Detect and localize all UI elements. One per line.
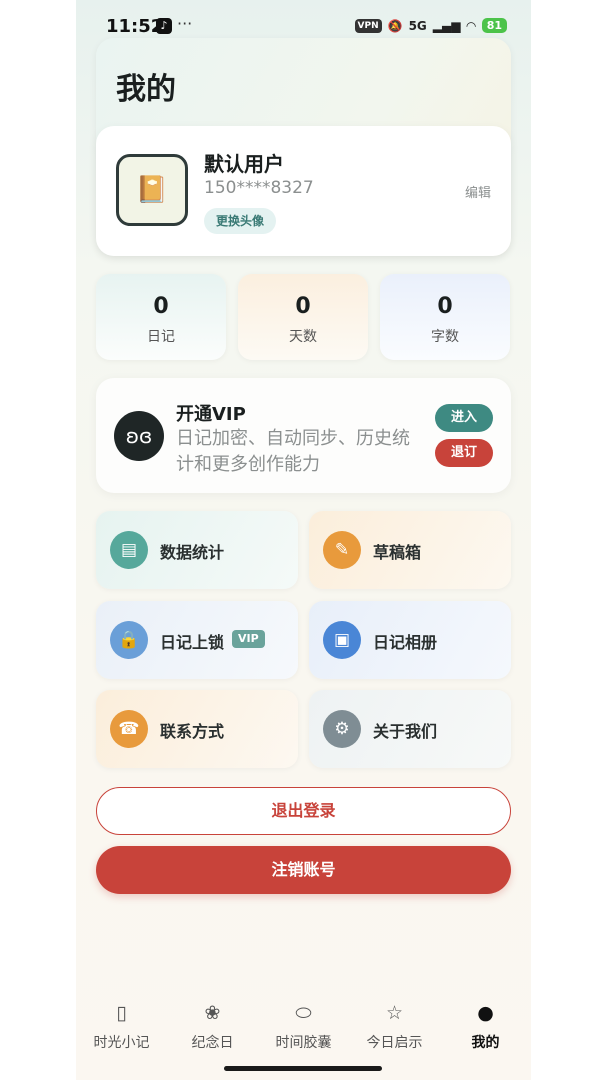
menu-label: 关于我们 bbox=[373, 722, 438, 741]
vip-unsubscribe-button[interactable]: 退订 bbox=[435, 439, 493, 467]
profile-header-card: 我的 📔 默认用户 150****8327 更换头像 编辑 bbox=[96, 38, 511, 256]
signal-5g-icon: 5G bbox=[408, 18, 427, 33]
tab-me[interactable]: ● 我的 bbox=[440, 1000, 531, 1052]
menu-diary-lock[interactable]: 🔒 日记上锁 VIP bbox=[96, 601, 298, 679]
user-name: 默认用户 bbox=[204, 152, 284, 176]
tab-label: 我的 bbox=[471, 1035, 500, 1051]
menu-diary-album[interactable]: ▣ 日记相册 bbox=[309, 601, 511, 679]
album-icon: ▣ bbox=[323, 621, 361, 659]
stat-diary-label: 日记 bbox=[147, 329, 175, 345]
vip-enter-button[interactable]: 进入 bbox=[435, 404, 493, 432]
menu-contact[interactable]: ☎ 联系方式 bbox=[96, 690, 298, 768]
stat-days-label: 天数 bbox=[289, 329, 317, 345]
tab-daily-insight[interactable]: ☆ 今日启示 bbox=[349, 1000, 440, 1052]
menu-drafts[interactable]: ✎ 草稿箱 bbox=[309, 511, 511, 589]
change-avatar-button[interactable]: 更换头像 bbox=[204, 208, 277, 234]
flower-icon: ❀ bbox=[204, 1002, 221, 1024]
menu-label: 日记相册 bbox=[373, 633, 438, 652]
phone-screen: 11:52 ♪ ··· VPN 🔕 5G ▂▄▆ ◠ 81 我的 📔 默认用户 … bbox=[76, 0, 531, 1080]
vip-title: 开通VIP bbox=[176, 404, 246, 425]
vip-description: 日记加密、自动同步、历史统计和更多创作能力 bbox=[176, 428, 410, 475]
vip-tag: VIP bbox=[232, 630, 265, 648]
status-indicators: VPN 🔕 5G ▂▄▆ ◠ 81 bbox=[354, 18, 507, 33]
capsule-icon: ⬭ bbox=[295, 1002, 312, 1024]
lock-icon: 🔒 bbox=[110, 621, 148, 659]
stat-words-label: 字数 bbox=[431, 329, 459, 345]
status-time: 11:52 bbox=[106, 16, 164, 37]
menu-label: 日记上锁 bbox=[160, 633, 225, 652]
stat-diary: 0 日记 bbox=[96, 274, 226, 360]
vip-mascot-icon: ʚɞ bbox=[114, 411, 164, 461]
tab-label: 纪念日 bbox=[191, 1035, 234, 1051]
stat-days-value: 0 bbox=[295, 294, 311, 319]
star-icon: ☆ bbox=[385, 1002, 404, 1024]
stat-words-value: 0 bbox=[437, 294, 453, 319]
draft-icon: ✎ bbox=[323, 531, 361, 569]
phone-icon: ☎ bbox=[110, 710, 148, 748]
person-icon: ● bbox=[477, 1002, 494, 1024]
logout-button[interactable]: 退出登录 bbox=[96, 787, 511, 835]
tab-time-capsule[interactable]: ⬭ 时间胶囊 bbox=[258, 1000, 349, 1052]
tab-label: 时光小记 bbox=[93, 1035, 150, 1051]
gear-icon: ⚙ bbox=[323, 710, 361, 748]
page-title: 我的 bbox=[116, 72, 176, 107]
user-phone: 150****8327 bbox=[204, 178, 314, 198]
home-indicator[interactable] bbox=[224, 1066, 382, 1071]
tab-anniversary[interactable]: ❀ 纪念日 bbox=[167, 1000, 258, 1052]
stats-icon: ▤ bbox=[110, 531, 148, 569]
stat-diary-value: 0 bbox=[153, 294, 169, 319]
edit-profile-link[interactable]: 编辑 bbox=[465, 182, 491, 201]
tiktok-icon: ♪ bbox=[156, 18, 172, 34]
tab-time-notes[interactable]: ▯ 时光小记 bbox=[76, 1000, 167, 1052]
vip-card: ʚɞ 开通VIP 日记加密、自动同步、历史统计和更多创作能力 进入 退订 bbox=[96, 378, 511, 493]
stat-words: 0 字数 bbox=[380, 274, 510, 360]
mute-icon: 🔕 bbox=[387, 18, 403, 33]
menu-label: 草稿箱 bbox=[373, 543, 422, 562]
more-notifications-icon: ··· bbox=[177, 14, 193, 33]
menu-data-stats[interactable]: ▤ 数据统计 bbox=[96, 511, 298, 589]
avatar[interactable]: 📔 bbox=[116, 154, 188, 226]
menu-about[interactable]: ⚙ 关于我们 bbox=[309, 690, 511, 768]
notebook-icon: ▯ bbox=[116, 1002, 127, 1024]
notebook-avatar-icon: 📔 bbox=[135, 175, 169, 205]
user-card: 📔 默认用户 150****8327 更换头像 编辑 bbox=[96, 126, 511, 256]
deactivate-account-button[interactable]: 注销账号 bbox=[96, 846, 511, 894]
menu-label: 数据统计 bbox=[160, 543, 225, 562]
tab-label: 今日启示 bbox=[366, 1035, 423, 1051]
signal-bars-icon: ▂▄▆ bbox=[432, 18, 461, 33]
battery-badge: 81 bbox=[481, 18, 507, 33]
menu-label: 联系方式 bbox=[160, 722, 225, 741]
tab-label: 时间胶囊 bbox=[275, 1035, 332, 1051]
wifi-icon: ◠ bbox=[466, 18, 476, 33]
vpn-badge: VPN bbox=[354, 18, 382, 33]
stat-days: 0 天数 bbox=[238, 274, 368, 360]
